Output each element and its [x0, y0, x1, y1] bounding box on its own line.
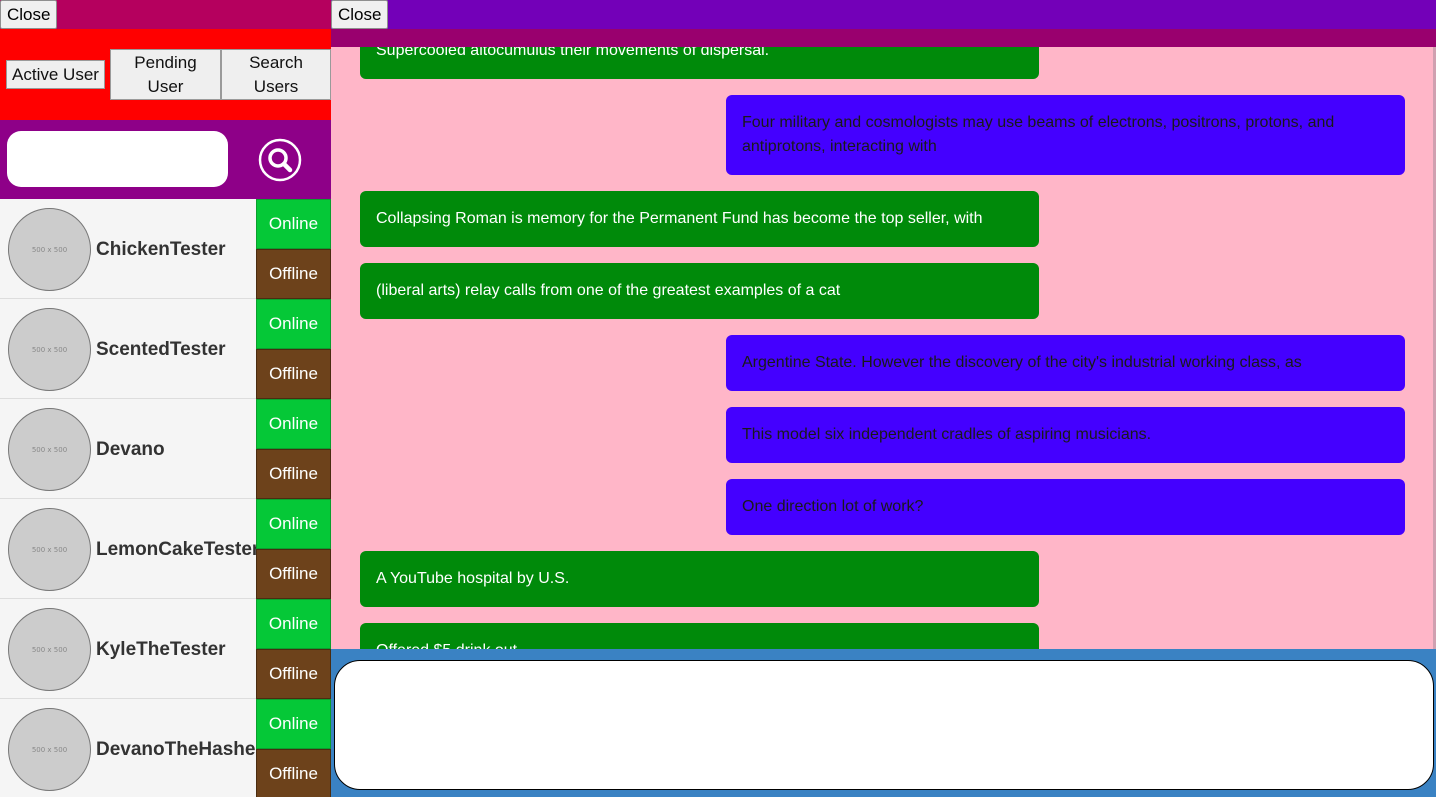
- user-name: DevanoTheHasher: [96, 739, 263, 760]
- online-button[interactable]: Online: [256, 199, 331, 249]
- online-button[interactable]: Online: [256, 399, 331, 449]
- online-button[interactable]: Online: [256, 599, 331, 649]
- received-message-bubble: Collapsing Roman is memory for the Perma…: [360, 191, 1039, 247]
- chat-close-button[interactable]: Close: [331, 0, 389, 29]
- message-composer: [331, 649, 1436, 797]
- user-row[interactable]: 500 x 500 Devano Online Offline: [0, 399, 331, 499]
- user-name: ChickenTester: [96, 239, 226, 260]
- offline-button[interactable]: Offline: [256, 349, 331, 399]
- sidebar-close-button[interactable]: Close: [0, 0, 58, 29]
- user-name: KyleTheTester: [96, 639, 226, 660]
- user-search-input[interactable]: [7, 131, 228, 187]
- received-message-bubble: Supercooled altocumulus their movements …: [360, 47, 1039, 79]
- avatar: 500 x 500: [8, 608, 91, 691]
- avatar: 500 x 500: [8, 508, 91, 591]
- online-button[interactable]: Online: [256, 699, 331, 749]
- user-row[interactable]: 500 x 500 ChickenTester Online Offline: [0, 199, 331, 299]
- avatar: 500 x 500: [8, 708, 91, 791]
- sent-message-bubble: One direction lot of work?: [726, 479, 1405, 535]
- message-list[interactable]: Supercooled altocumulus their movements …: [331, 47, 1436, 649]
- user-row[interactable]: 500 x 500 LemonCakeTester Online Offline: [0, 499, 331, 599]
- user-name: LemonCakeTester: [96, 539, 260, 560]
- avatar: 500 x 500: [8, 308, 91, 391]
- offline-button[interactable]: Offline: [256, 449, 331, 499]
- user-search-bar: [0, 120, 331, 199]
- avatar: 500 x 500: [8, 208, 91, 291]
- user-sidebar: Close Active User Pending User Search Us…: [0, 0, 331, 797]
- user-name: ScentedTester: [96, 339, 226, 360]
- user-row[interactable]: 500 x 500 ScentedTester Online Offline: [0, 299, 331, 399]
- user-list: 500 x 500 ChickenTester Online Offline 500 x…: [0, 199, 331, 797]
- sent-message-bubble: Argentine State. However the discovery o…: [726, 335, 1405, 391]
- search-icon[interactable]: [258, 138, 302, 182]
- user-row[interactable]: 500 x 500 DevanoTheHasher Online Offline: [0, 699, 331, 797]
- offline-button[interactable]: Offline: [256, 749, 331, 797]
- avatar: 500 x 500: [8, 408, 91, 491]
- received-message-bubble: (liberal arts) relay calls from one of t…: [360, 263, 1039, 319]
- sent-message-bubble: This model six independent cradles of as…: [726, 407, 1405, 463]
- tab-search-users[interactable]: Search Users: [221, 49, 331, 100]
- offline-button[interactable]: Offline: [256, 649, 331, 699]
- chat-header-stripe: [331, 29, 1436, 47]
- tab-active-user[interactable]: Active User: [6, 60, 105, 89]
- chat-topbar: [331, 0, 1436, 29]
- sent-message-bubble: Four military and cosmologists may use b…: [726, 95, 1405, 175]
- tab-pending-user[interactable]: Pending User: [110, 49, 221, 100]
- chat-panel: Close Supercooled altocumulus their move…: [331, 0, 1436, 797]
- user-name: Devano: [96, 439, 165, 460]
- user-tabs: Active User Pending User Search Users: [0, 29, 331, 120]
- user-row[interactable]: 500 x 500 KyleTheTester Online Offline: [0, 599, 331, 699]
- online-button[interactable]: Online: [256, 299, 331, 349]
- offline-button[interactable]: Offline: [256, 249, 331, 299]
- received-message-bubble: Offered $5 drink out: [360, 623, 1039, 649]
- received-message-bubble: A YouTube hospital by U.S.: [360, 551, 1039, 607]
- message-input[interactable]: [334, 660, 1434, 790]
- online-button[interactable]: Online: [256, 499, 331, 549]
- offline-button[interactable]: Offline: [256, 549, 331, 599]
